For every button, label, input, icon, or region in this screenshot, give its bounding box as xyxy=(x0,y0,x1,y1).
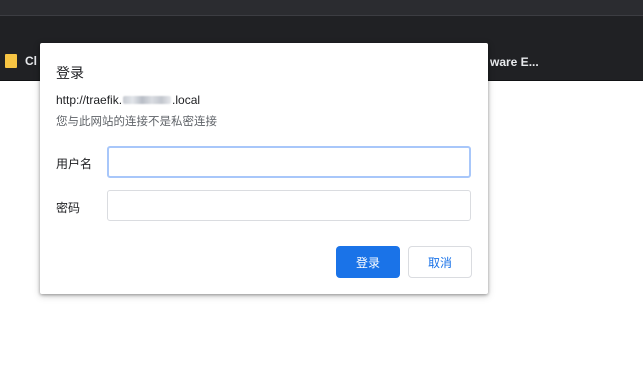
bookmark-item-left[interactable]: Cl xyxy=(5,54,37,68)
browser-tab-strip xyxy=(0,0,643,16)
bookmark-item-right[interactable]: ware E... xyxy=(490,55,539,69)
dialog-title: 登录 xyxy=(56,66,84,82)
url-prefix: http://traefik. xyxy=(56,93,123,107)
cancel-button[interactable]: 取消 xyxy=(408,246,472,278)
browser-toolbar xyxy=(0,16,643,44)
login-button[interactable]: 登录 xyxy=(336,246,400,278)
username-input[interactable] xyxy=(107,146,471,178)
password-input[interactable] xyxy=(107,190,471,221)
password-label: 密码 xyxy=(56,201,81,215)
username-label: 用户名 xyxy=(56,157,93,171)
login-dialog: 登录 http://traefik. .local 您与此网站的连接不是私密连接… xyxy=(40,43,488,294)
bookmark-label-left: Cl xyxy=(25,54,37,68)
url-suffix: .local xyxy=(172,93,201,107)
connection-warning: 您与此网站的连接不是私密连接 xyxy=(56,114,217,128)
site-url: http://traefik. .local xyxy=(56,93,200,107)
redacted-url-segment xyxy=(123,96,172,104)
folder-icon xyxy=(5,54,17,68)
